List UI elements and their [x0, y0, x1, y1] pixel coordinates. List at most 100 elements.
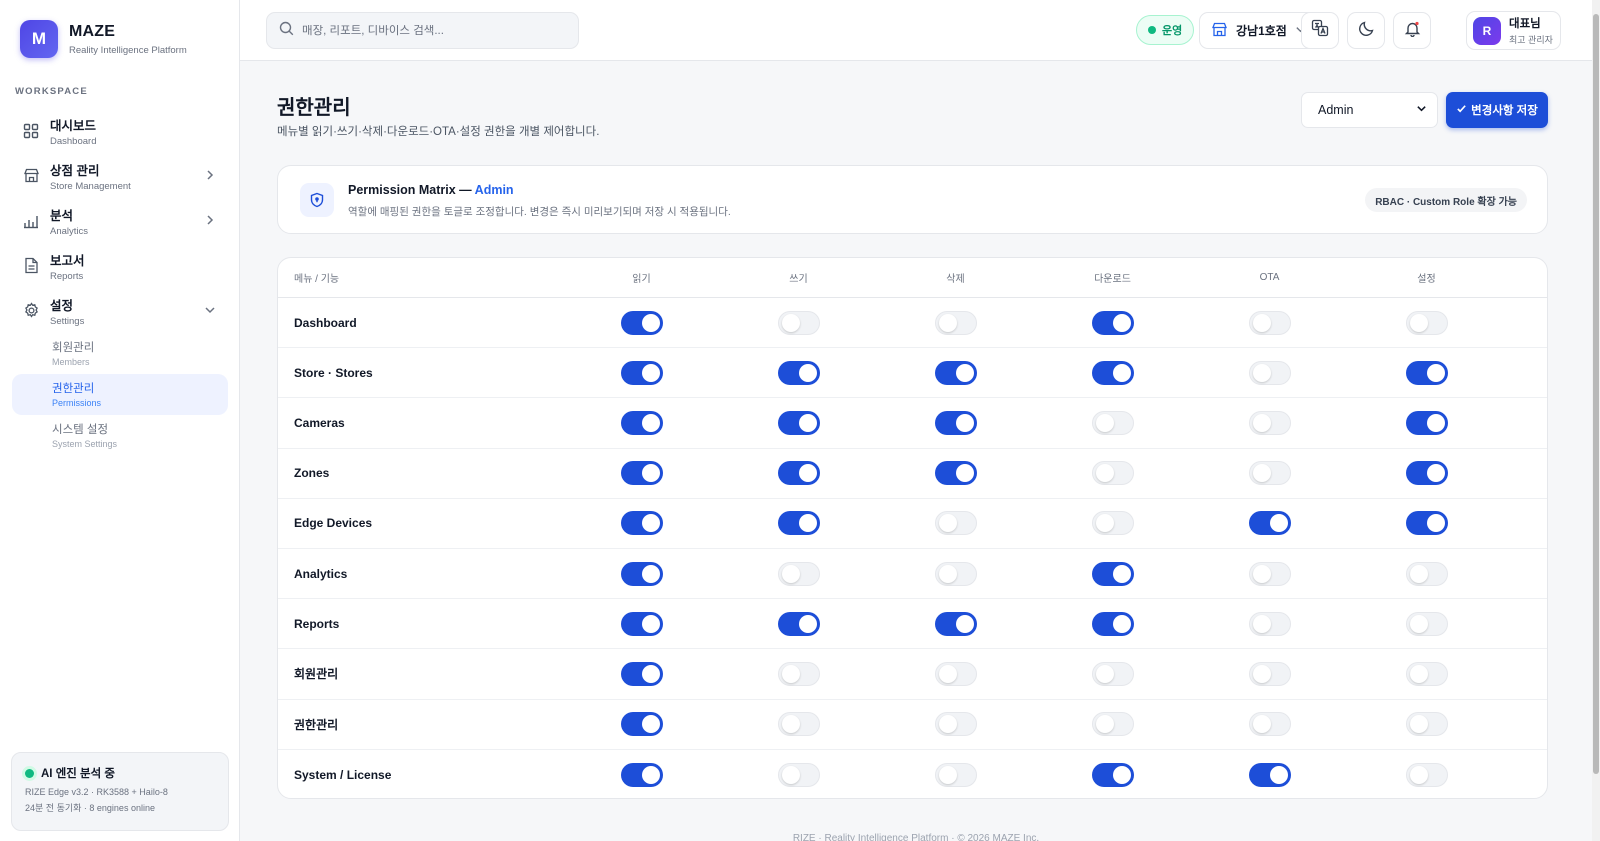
permission-toggle[interactable] [777, 310, 820, 335]
sidebar-subitem-members[interactable]: 회원관리 Members [12, 333, 228, 374]
permission-matrix: 메뉴 / 기능 읽기 쓰기 삭제 다운로드 OTA 설정 Dashboard Store · … [277, 257, 1548, 799]
permission-toggle[interactable] [934, 360, 977, 385]
permission-cell [877, 410, 1034, 435]
permission-toggle[interactable] [1248, 661, 1291, 686]
toggle-knob [1252, 564, 1271, 583]
search-input[interactable] [302, 24, 562, 37]
permission-toggle[interactable] [1248, 712, 1291, 737]
permission-toggle[interactable] [777, 410, 820, 435]
permission-toggle[interactable] [1248, 310, 1291, 335]
translate-button[interactable] [1301, 12, 1339, 49]
sidebar-subitem-system-settings[interactable]: 시스템 설정 System Settings [12, 415, 228, 456]
permission-toggle[interactable] [1091, 762, 1134, 787]
permission-toggle[interactable] [1091, 712, 1134, 737]
permission-toggle[interactable] [777, 712, 820, 737]
row-label: 권한관리 [294, 717, 339, 732]
translate-icon [1311, 19, 1329, 42]
permission-toggle[interactable] [1405, 561, 1448, 586]
toggle-knob [781, 664, 800, 683]
table-row: Analytics [278, 549, 1547, 600]
permission-toggle[interactable] [1091, 310, 1134, 335]
permission-toggle[interactable] [934, 310, 977, 335]
permission-cell [1348, 310, 1505, 335]
role-select[interactable]: Admin [1301, 92, 1438, 128]
permission-toggle[interactable] [777, 461, 820, 486]
search-box[interactable] [266, 12, 579, 49]
toggle-knob [1426, 464, 1445, 483]
permission-toggle[interactable] [620, 310, 663, 335]
permission-toggle[interactable] [934, 461, 977, 486]
permission-toggle[interactable] [777, 762, 820, 787]
permission-toggle[interactable] [1091, 410, 1134, 435]
permission-toggle[interactable] [1405, 310, 1448, 335]
workspace-label: WORKSPACE [15, 86, 88, 97]
sidebar-item-dashboard[interactable]: 대시보드 Dashboard [12, 108, 228, 153]
permission-toggle[interactable] [1405, 712, 1448, 737]
store-name: 강남1호점 [1236, 24, 1287, 38]
permission-toggle[interactable] [620, 611, 663, 636]
user-menu[interactable]: R 대표님 최고 관리자 [1466, 11, 1561, 50]
permission-toggle[interactable] [1248, 561, 1291, 586]
permission-toggle[interactable] [777, 611, 820, 636]
permission-toggle[interactable] [1248, 762, 1291, 787]
permission-toggle[interactable] [1405, 360, 1448, 385]
permission-toggle[interactable] [1405, 611, 1448, 636]
toggle-knob [938, 514, 957, 533]
permission-toggle[interactable] [1091, 461, 1134, 486]
sidebar-subitem-permissions[interactable]: 권한관리 Permissions [12, 374, 228, 415]
permission-toggle[interactable] [1091, 661, 1134, 686]
permission-toggle[interactable] [777, 511, 820, 536]
brand-name: MAZE [69, 22, 116, 40]
permission-toggle[interactable] [777, 360, 820, 385]
toggle-knob [1252, 413, 1271, 432]
permission-toggle[interactable] [934, 712, 977, 737]
permission-toggle[interactable] [1405, 762, 1448, 787]
brand[interactable]: M MAZE Reality Intelligence Platform [20, 20, 187, 58]
footer: RIZE · Reality Intelligence Platform · ©… [792, 833, 1040, 841]
avatar: R [1473, 16, 1501, 45]
theme-toggle-button[interactable] [1347, 12, 1385, 49]
permission-toggle[interactable] [1248, 461, 1291, 486]
permission-toggle[interactable] [620, 511, 663, 536]
permission-toggle[interactable] [620, 561, 663, 586]
permission-toggle[interactable] [1248, 410, 1291, 435]
permission-toggle[interactable] [777, 661, 820, 686]
toggle-knob [1112, 363, 1131, 382]
permission-toggle[interactable] [620, 661, 663, 686]
sidebar-item-settings[interactable]: 설정 Settings [12, 288, 228, 333]
page-scrollbar[interactable] [1592, 0, 1600, 841]
permission-toggle[interactable] [620, 461, 663, 486]
permission-toggle[interactable] [620, 762, 663, 787]
permission-toggle[interactable] [934, 561, 977, 586]
permission-toggle[interactable] [1405, 511, 1448, 536]
permission-toggle[interactable] [1248, 511, 1291, 536]
permission-toggle[interactable] [934, 611, 977, 636]
notifications-button[interactable] [1393, 12, 1431, 49]
permission-toggle[interactable] [1405, 461, 1448, 486]
save-changes-button[interactable]: 변경사항 저장 [1446, 92, 1548, 128]
permission-toggle[interactable] [620, 410, 663, 435]
sidebar-item-analytics[interactable]: 분석 Analytics [12, 198, 228, 243]
permission-toggle[interactable] [934, 410, 977, 435]
permission-toggle[interactable] [1091, 360, 1134, 385]
sidebar-item-reports[interactable]: 보고서 Reports [12, 243, 228, 288]
permission-toggle[interactable] [1405, 661, 1448, 686]
sidebar-item-store-management[interactable]: 상점 관리 Store Management [12, 153, 228, 198]
permission-toggle[interactable] [620, 712, 663, 737]
permission-toggle[interactable] [934, 511, 977, 536]
toggle-knob [1252, 715, 1271, 734]
permission-toggle[interactable] [934, 762, 977, 787]
permission-toggle[interactable] [1091, 611, 1134, 636]
toggle-knob [798, 363, 817, 382]
permission-toggle[interactable] [620, 360, 663, 385]
permission-toggle[interactable] [934, 661, 977, 686]
scrollbar-thumb[interactable] [1593, 14, 1599, 774]
permission-toggle[interactable] [1405, 410, 1448, 435]
permission-toggle[interactable] [777, 561, 820, 586]
permission-toggle[interactable] [1248, 360, 1291, 385]
permission-toggle[interactable] [1091, 511, 1134, 536]
permission-toggle[interactable] [1091, 561, 1134, 586]
info-card-role: Admin [474, 183, 514, 197]
permission-toggle[interactable] [1248, 611, 1291, 636]
toggle-knob [1269, 514, 1288, 533]
